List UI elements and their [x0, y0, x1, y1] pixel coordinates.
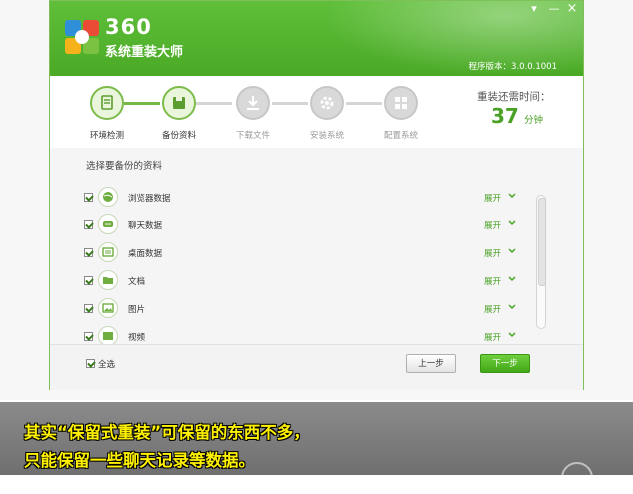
list-item: 文档 展开 [84, 269, 544, 295]
folder-icon [98, 270, 118, 290]
step-backup [162, 86, 196, 120]
video-icon [98, 326, 118, 344]
scrollbar-thumb[interactable] [538, 198, 546, 286]
progress-steps: 环境检测 备份资料 下载文件 安装系统 配置系统 重装还需时间： 37 分钟 [50, 76, 583, 148]
list-item: 图片 展开 [84, 297, 544, 323]
step-install [310, 86, 344, 120]
app-window: 360 系统重装大师 程序版本：3.0.0.1001 ▾ — × 环境检测 备份… [49, 0, 584, 390]
backup-panel: 选择要备份的资料 浏览器数据 展开 聊天数据 展开 桌面数据 展开 文档 展开 … [50, 148, 583, 344]
remaining-time-value: 37 [491, 104, 519, 128]
checkbox-box[interactable] [86, 359, 95, 368]
image-icon [98, 298, 118, 318]
monitor-icon [101, 95, 113, 110]
close-button[interactable]: × [564, 2, 580, 16]
scrollbar[interactable] [536, 195, 546, 329]
expand-link[interactable]: 展开 [484, 303, 501, 315]
remaining-time-unit: 分钟 [524, 115, 544, 126]
caption-line-2: 只能保留一些聊天记录等数据。 [24, 451, 255, 470]
footer-bar: 全选 上一步 下一步 [50, 344, 583, 390]
caption-line-1: 其实“保留式重装”可保留的东西不多， [24, 423, 310, 442]
list-item: 浏览器数据 展开 [84, 186, 544, 212]
item-checkbox[interactable] [84, 332, 93, 341]
brand-name: 系统重装大师 [105, 45, 184, 60]
list-item: 桌面数据 展开 [84, 241, 544, 267]
step-connector [124, 102, 160, 105]
item-label: 图片 [128, 305, 146, 315]
expand-link[interactable]: 展开 [484, 331, 501, 343]
item-checkbox[interactable] [84, 220, 93, 229]
step-connector [196, 102, 232, 105]
next-button[interactable]: 下一步 [480, 354, 530, 373]
download-icon [247, 96, 259, 110]
step-download [236, 86, 270, 120]
step-env-check [90, 86, 124, 120]
360-logo-icon [65, 20, 99, 54]
windows-icon [395, 97, 407, 109]
browser-globe-icon [98, 187, 118, 207]
step-label: 配置系统 [383, 131, 418, 141]
step-label: 安装系统 [309, 131, 344, 141]
version-label: 程序版本：3.0.0.1001 [468, 62, 557, 72]
desktop-icon [98, 242, 118, 262]
item-checkbox[interactable] [84, 276, 93, 285]
step-label: 环境检测 [89, 131, 124, 141]
list-item: 聊天数据 展开 [84, 213, 544, 239]
chevron-down-icon[interactable] [508, 192, 516, 200]
caption-band: 其实“保留式重装”可保留的东西不多， 只能保留一些聊天记录等数据。 [0, 402, 633, 475]
item-checkbox[interactable] [84, 248, 93, 257]
item-label: 视频 [128, 333, 146, 343]
watermark-logo [561, 462, 593, 494]
menu-button[interactable]: ▾ [526, 2, 542, 16]
list-item: 视频 展开 [84, 325, 544, 344]
expand-link[interactable]: 展开 [484, 219, 501, 231]
previous-button[interactable]: 上一步 [406, 354, 456, 373]
step-configure [384, 86, 418, 120]
chevron-down-icon[interactable] [508, 247, 516, 255]
remaining-time-title: 重装还需时间： [477, 91, 551, 103]
expand-link[interactable]: 展开 [484, 275, 501, 287]
item-label: 桌面数据 [128, 249, 163, 259]
section-title: 选择要备份的资料 [86, 161, 163, 172]
gear-icon [320, 96, 334, 110]
item-label: 文档 [128, 277, 146, 287]
chat-icon [98, 214, 118, 234]
step-label: 备份资料 [161, 131, 196, 141]
step-connector [346, 102, 382, 105]
minimize-button[interactable]: — [546, 2, 562, 16]
step-label: 下载文件 [235, 131, 270, 141]
chevron-down-icon[interactable] [508, 275, 516, 283]
backup-icon [173, 97, 185, 109]
expand-link[interactable]: 展开 [484, 247, 501, 259]
item-label: 聊天数据 [128, 221, 163, 231]
step-connector [272, 102, 308, 105]
select-all-label: 全选 [98, 360, 116, 370]
expand-link[interactable]: 展开 [484, 192, 501, 204]
chevron-down-icon[interactable] [508, 303, 516, 311]
chevron-down-icon[interactable] [508, 219, 516, 227]
item-checkbox[interactable] [84, 193, 93, 202]
item-checkbox[interactable] [84, 304, 93, 313]
brand-number: 360 [105, 15, 152, 39]
item-label: 浏览器数据 [128, 194, 171, 204]
title-bar: 360 系统重装大师 程序版本：3.0.0.1001 ▾ — × [50, 1, 583, 76]
chevron-down-icon[interactable] [508, 331, 516, 339]
